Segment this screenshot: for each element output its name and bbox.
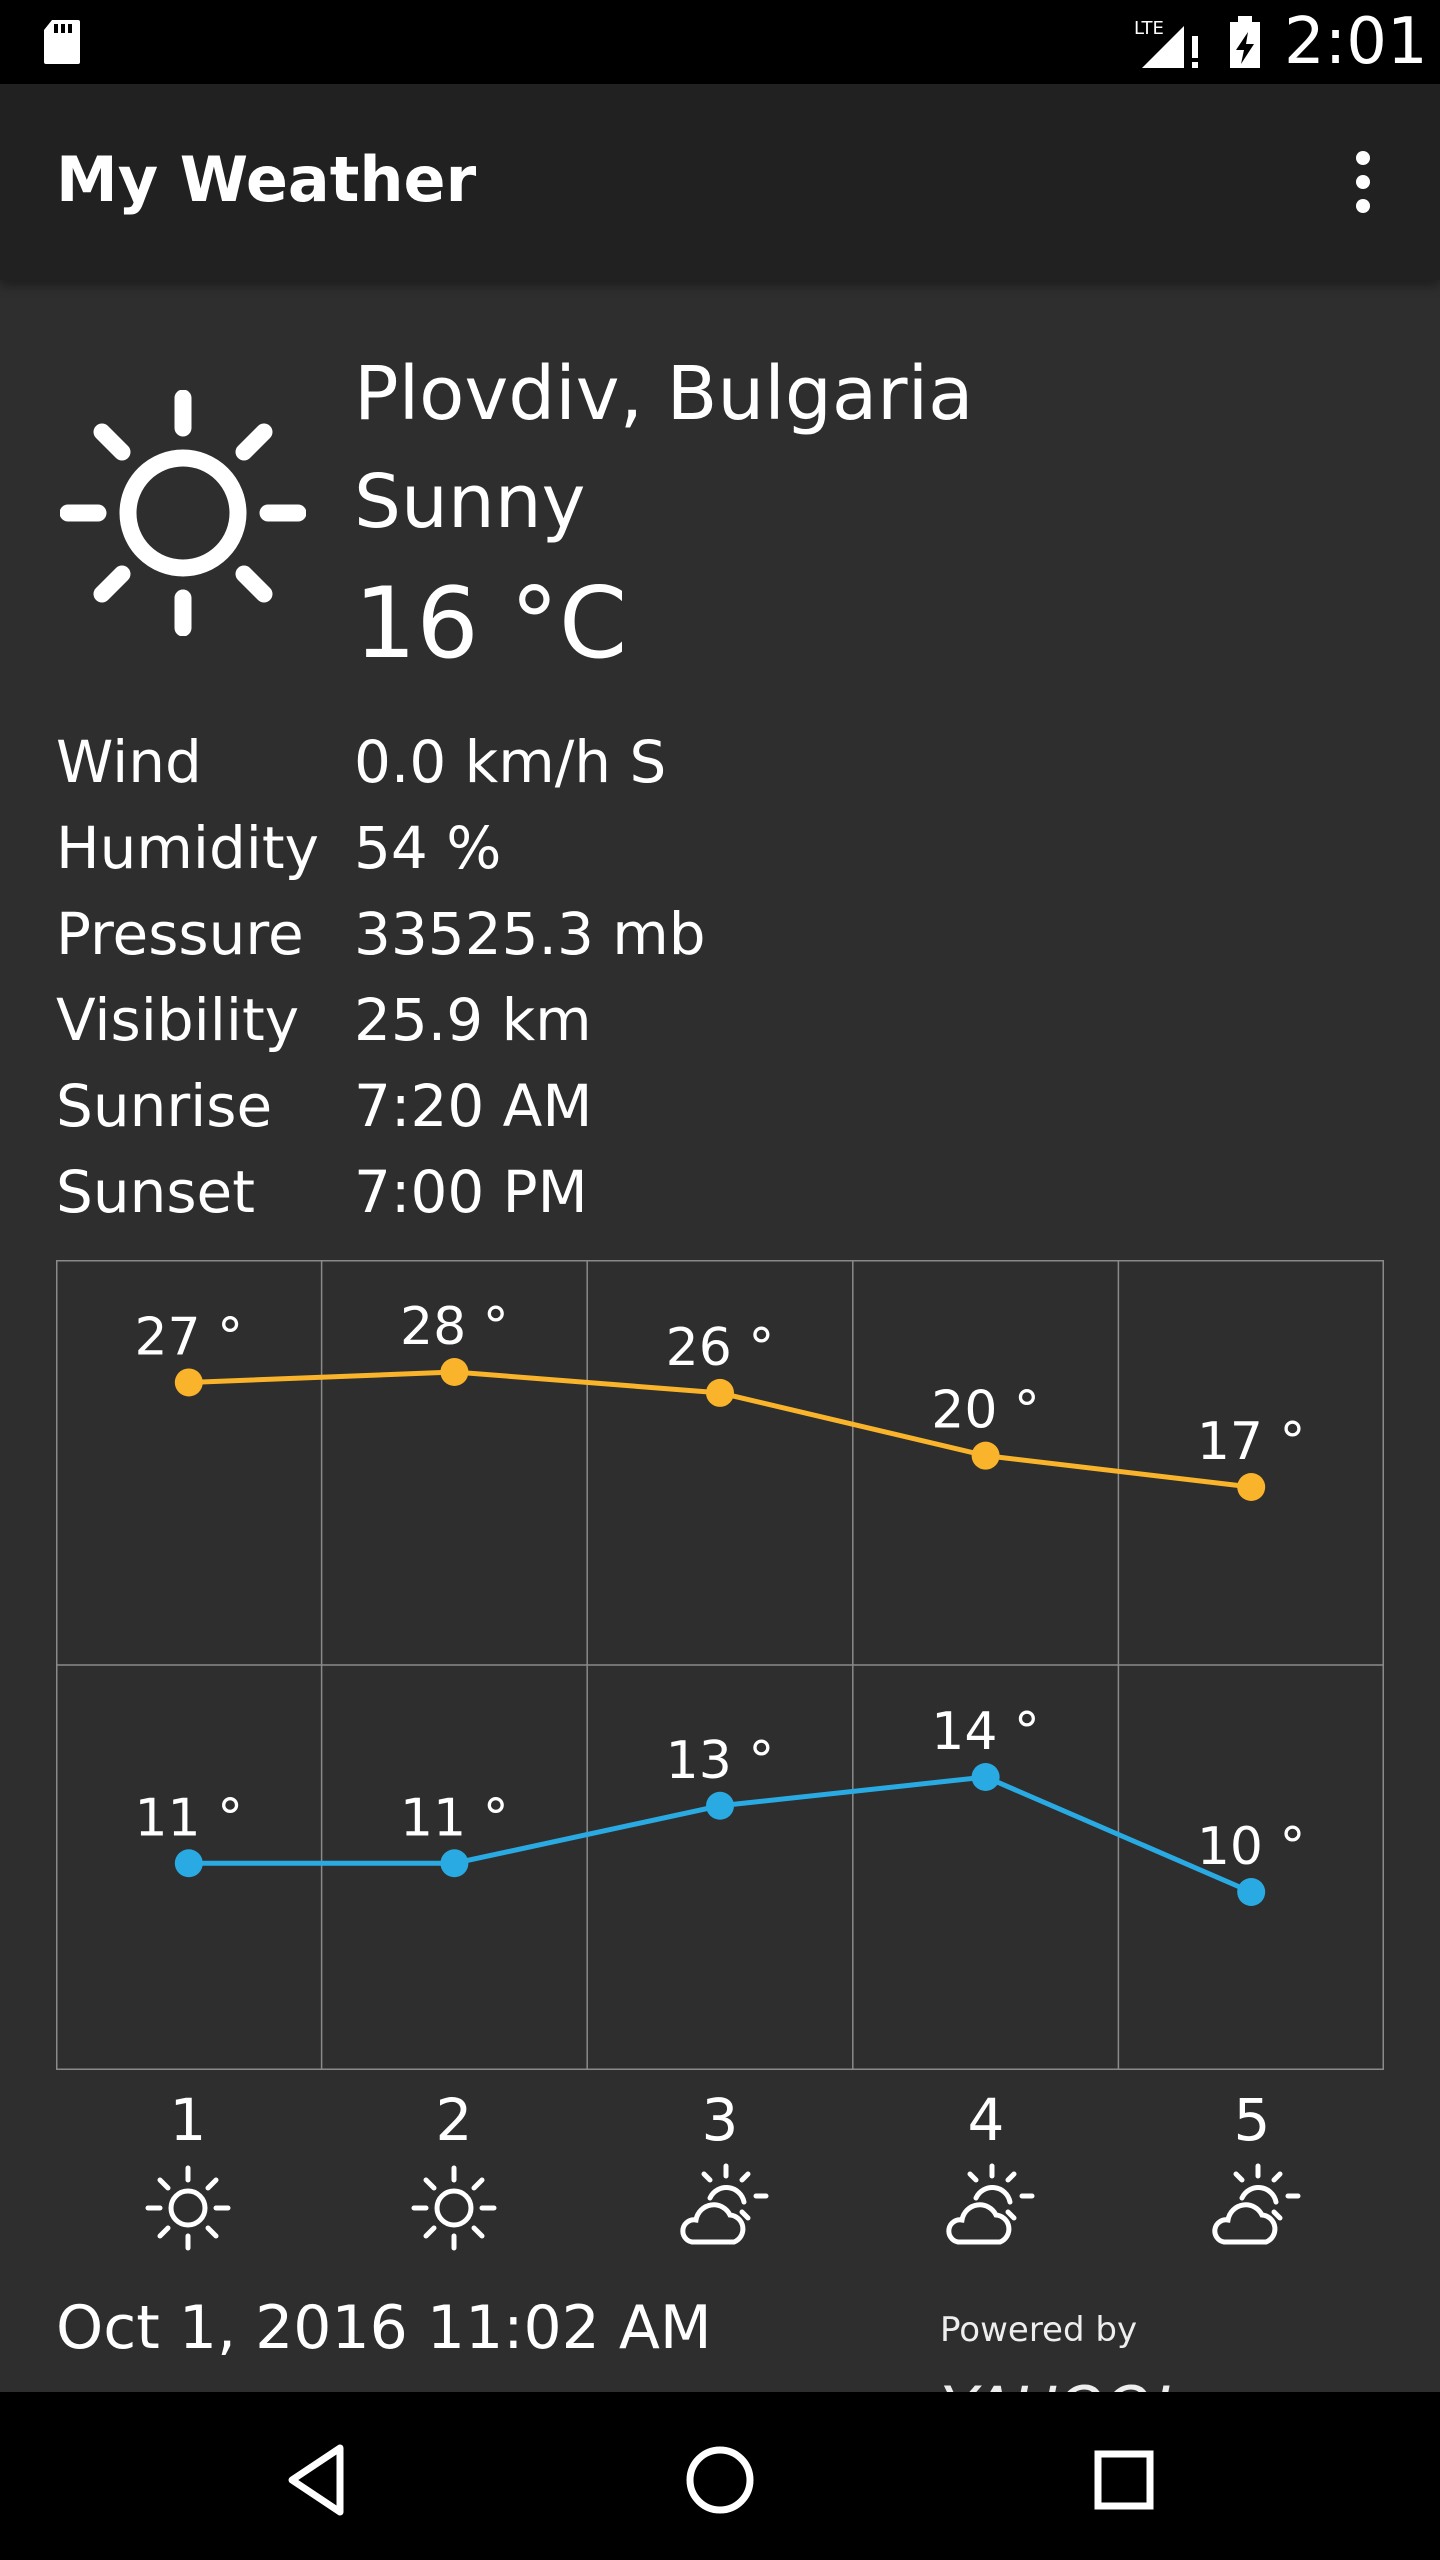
sunrise-label: Sunrise bbox=[56, 1072, 273, 1140]
data-label: 14 ° bbox=[931, 1702, 1040, 1762]
forecast-chart: 27 ° 28 ° 26 ° 20 ° 17 ° 11 ° 11 ° 13 ° 14 ° 10 ° bbox=[56, 1260, 1384, 2070]
data-label: 26 ° bbox=[666, 1318, 775, 1378]
partly-cloudy-icon bbox=[946, 2163, 1035, 2245]
day-label: 2 bbox=[435, 2086, 473, 2154]
current-temperature: 16 °C bbox=[354, 567, 628, 681]
sun-icon bbox=[60, 390, 306, 636]
wind-value: 0.0 km/h S bbox=[354, 728, 667, 796]
home-icon[interactable] bbox=[670, 2430, 770, 2530]
partly-cloudy-icon bbox=[1212, 2163, 1301, 2245]
data-point bbox=[174, 1368, 203, 1397]
sunset-value: 7:00 PM bbox=[354, 1158, 588, 1226]
status-clock: 2:01 bbox=[1284, 5, 1428, 79]
battery-icon bbox=[1230, 16, 1260, 68]
recents-icon[interactable] bbox=[1074, 2430, 1174, 2530]
condition-text: Sunny bbox=[354, 459, 586, 545]
partly-cloudy-icon bbox=[680, 2163, 769, 2245]
data-label: 10 ° bbox=[1197, 1817, 1306, 1877]
data-label: 17 ° bbox=[1197, 1412, 1306, 1472]
sun-icon bbox=[411, 2165, 497, 2251]
signal-icon: LTE bbox=[1134, 18, 1198, 68]
data-point bbox=[174, 1849, 203, 1878]
day-label: 3 bbox=[701, 2086, 739, 2154]
overflow-menu-icon[interactable] bbox=[1340, 140, 1386, 224]
data-point bbox=[971, 1441, 1000, 1470]
data-label: 13 ° bbox=[666, 1731, 775, 1791]
data-label: 20 ° bbox=[931, 1381, 1040, 1441]
data-point bbox=[1237, 1878, 1266, 1906]
data-point bbox=[1237, 1473, 1266, 1501]
wind-label: Wind bbox=[56, 728, 202, 796]
sunrise-value: 7:20 AM bbox=[354, 1072, 593, 1140]
powered-by-label: Powered by bbox=[940, 2310, 1138, 2350]
visibility-label: Visibility bbox=[56, 986, 300, 1054]
visibility-value: 25.9 km bbox=[354, 986, 592, 1054]
data-point bbox=[440, 1358, 469, 1386]
app-title: My Weather bbox=[56, 143, 477, 216]
day-label: 5 bbox=[1233, 2086, 1271, 2154]
data-label: 11 ° bbox=[134, 1788, 243, 1848]
location-name: Plovdiv, Bulgaria bbox=[354, 351, 974, 437]
pressure-value: 33525.3 mb bbox=[354, 900, 706, 968]
yahoo-attribution[interactable]: Powered by YAHOO! bbox=[940, 2290, 1360, 2446]
day-label: 4 bbox=[967, 2086, 1005, 2154]
sd-card-icon bbox=[44, 20, 80, 64]
data-point bbox=[706, 1378, 734, 1407]
data-label: 28 ° bbox=[400, 1297, 509, 1357]
status-bar bbox=[0, 0, 1440, 84]
humidity-label: Humidity bbox=[56, 814, 319, 882]
data-label: 11 ° bbox=[400, 1788, 509, 1848]
last-updated-text: Oct 1, 2016 11:02 AM bbox=[56, 2293, 712, 2363]
sun-icon bbox=[145, 2165, 231, 2251]
svg-text:LTE: LTE bbox=[1134, 18, 1164, 39]
data-point bbox=[706, 1791, 734, 1820]
sunset-label: Sunset bbox=[56, 1158, 255, 1226]
data-point bbox=[440, 1849, 469, 1878]
data-label: 27 ° bbox=[134, 1307, 243, 1367]
back-icon[interactable] bbox=[266, 2430, 366, 2530]
humidity-value: 54 % bbox=[354, 814, 502, 882]
data-point bbox=[971, 1763, 1000, 1791]
day-label: 1 bbox=[169, 2086, 207, 2154]
pressure-label: Pressure bbox=[56, 900, 304, 968]
